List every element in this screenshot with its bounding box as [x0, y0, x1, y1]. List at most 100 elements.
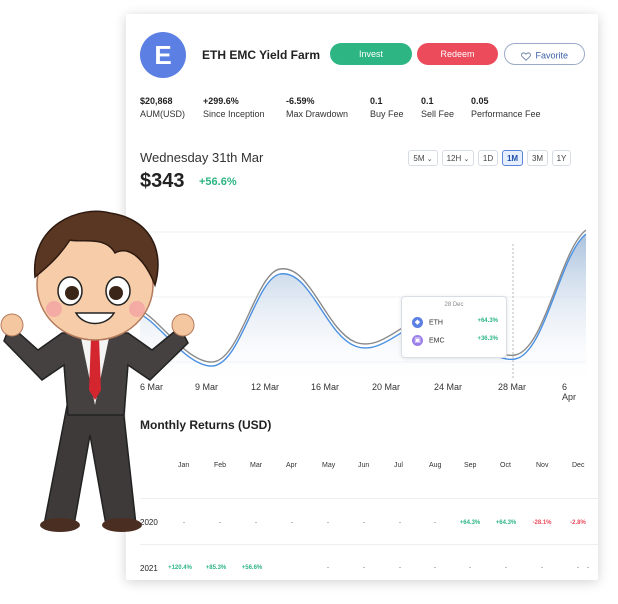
eth-icon: ◆	[412, 317, 423, 328]
stat-label: Max Drawdown	[286, 109, 349, 119]
month-header: Apr	[286, 462, 297, 469]
tooltip-coin: EMC	[428, 337, 445, 345]
stat-label: Buy Fee	[370, 109, 404, 119]
stat-value: $20,868	[140, 96, 173, 106]
return-cell: -	[255, 520, 257, 526]
return-cell: -	[505, 565, 507, 571]
range-3m[interactable]: 3M	[527, 150, 548, 166]
return-cell: -	[219, 520, 221, 526]
return-cell: -28.1%	[532, 520, 552, 526]
return-cell: -	[363, 520, 365, 526]
mascot-pupil	[109, 286, 123, 300]
return-cell: -	[541, 565, 543, 571]
return-cell: -	[327, 565, 329, 571]
stat-since-inception: +299.6% Since Inception	[203, 96, 265, 119]
tooltip-change: +36.3%	[477, 336, 498, 342]
range-1d[interactable]: 1D	[478, 150, 498, 166]
stat-label: Sell Fee	[421, 109, 455, 119]
month-header: Jul	[394, 462, 403, 469]
stat-buy-fee: 0.1 Buy Fee	[370, 96, 404, 119]
month-header: Aug	[429, 462, 442, 469]
invest-button[interactable]: Invest	[330, 43, 412, 65]
mascot-cheek	[46, 301, 62, 317]
month-header: Oct	[500, 462, 511, 469]
price-date: Wednesday 31th Mar	[140, 150, 264, 165]
return-cell: -	[587, 565, 589, 571]
return-cell: -	[363, 565, 365, 571]
stat-label: Since Inception	[203, 109, 265, 119]
range-1y[interactable]: 1Y	[552, 150, 571, 166]
interval-select-12h[interactable]: 12H ⌄	[442, 150, 474, 166]
x-tick-label: 12 Mar	[251, 382, 280, 392]
return-cell: -	[399, 565, 401, 571]
stat-value: 0.05	[471, 96, 489, 106]
mascot-illustration	[0, 210, 195, 532]
interval-label: 5M	[413, 154, 425, 163]
return-cell: -	[469, 565, 471, 571]
chevron-down-icon: ⌄	[426, 156, 433, 163]
month-header: Feb	[214, 462, 227, 469]
x-tick-label: 6 Apr	[562, 382, 577, 402]
month-header: Dec	[572, 462, 585, 469]
favorite-label: Favorite	[535, 50, 569, 61]
tooltip-date: 28 Dec	[444, 302, 464, 308]
return-cell: +64.3%	[495, 520, 517, 526]
stat-aum: $20,868 AUM(USD)	[140, 96, 185, 119]
mascot-tie	[89, 337, 101, 400]
return-cell: -	[434, 520, 436, 526]
interval-select-5m[interactable]: 5M ⌄	[408, 150, 438, 166]
chart-tooltip: 28 Dec ◆ ETH +64.3% ▣ EMC +36.3%	[401, 296, 507, 358]
stat-value: -6.59%	[286, 96, 315, 106]
emc-line	[140, 229, 586, 363]
price-chart	[140, 229, 586, 379]
row-divider	[140, 498, 598, 499]
favorite-button[interactable]: Favorite	[504, 43, 585, 65]
mascot-fist	[0, 313, 24, 337]
emc-icon: ▣	[412, 335, 423, 346]
fund-avatar: E	[140, 32, 186, 78]
stat-performance-fee: 0.05 Performance Fee	[471, 96, 541, 119]
stat-value: +299.6%	[203, 96, 239, 106]
return-cell: +56.6%	[241, 565, 263, 571]
return-cell: -	[399, 520, 401, 526]
range-1m[interactable]: 1M	[502, 150, 523, 166]
return-cell: +120.4%	[168, 565, 192, 571]
return-cell: -	[291, 520, 293, 526]
mascot-pupil	[65, 286, 79, 300]
x-tick-label: 20 Mar	[372, 382, 401, 392]
tooltip-row-eth: ◆ ETH +64.3%	[412, 317, 498, 328]
return-cell: +64.3%	[459, 520, 481, 526]
month-header: Jun	[358, 462, 370, 469]
stat-sell-fee: 0.1 Sell Fee	[421, 96, 454, 119]
stat-max-drawdown: -6.59% Max Drawdown	[286, 96, 348, 119]
row-divider	[140, 544, 598, 545]
month-header: May	[322, 462, 336, 469]
interval-label: 12H	[446, 154, 462, 163]
fund-stats: $20,868 AUM(USD) +299.6% Since Inception…	[140, 96, 580, 126]
mascot-cheek	[129, 301, 145, 317]
redeem-button[interactable]: Redeem	[417, 43, 498, 65]
x-tick-label: 28 Mar	[498, 382, 527, 392]
month-header: Mar	[250, 462, 263, 469]
eth-line	[140, 233, 586, 367]
current-price: $343	[140, 170, 185, 192]
return-cell: -	[327, 520, 329, 526]
chevron-down-icon: ⌄	[463, 156, 470, 163]
return-cell: -	[434, 565, 436, 571]
price-change: +56.6%	[199, 176, 237, 188]
stat-label: Performance Fee	[471, 109, 541, 119]
mascot-shoe	[40, 518, 80, 532]
mascot-fist	[171, 313, 195, 337]
stat-label: AUM(USD)	[140, 109, 185, 119]
chart-x-axis: 6 Mar 9 Mar 12 Mar 16 Mar 20 Mar 24 Mar …	[140, 382, 580, 402]
x-tick-label: 24 Mar	[434, 382, 463, 392]
stat-value: 0.1	[421, 96, 434, 106]
fund-title: ETH EMC Yield Farm	[202, 48, 321, 62]
tooltip-coin: ETH	[428, 319, 443, 327]
tooltip-change: +64.3%	[477, 318, 498, 324]
return-cell: +85.3%	[205, 565, 227, 571]
x-tick-label: 16 Mar	[311, 382, 340, 392]
return-cell: -2.8%	[570, 520, 586, 526]
stat-value: 0.1	[370, 96, 383, 106]
month-header: Sep	[464, 462, 477, 469]
